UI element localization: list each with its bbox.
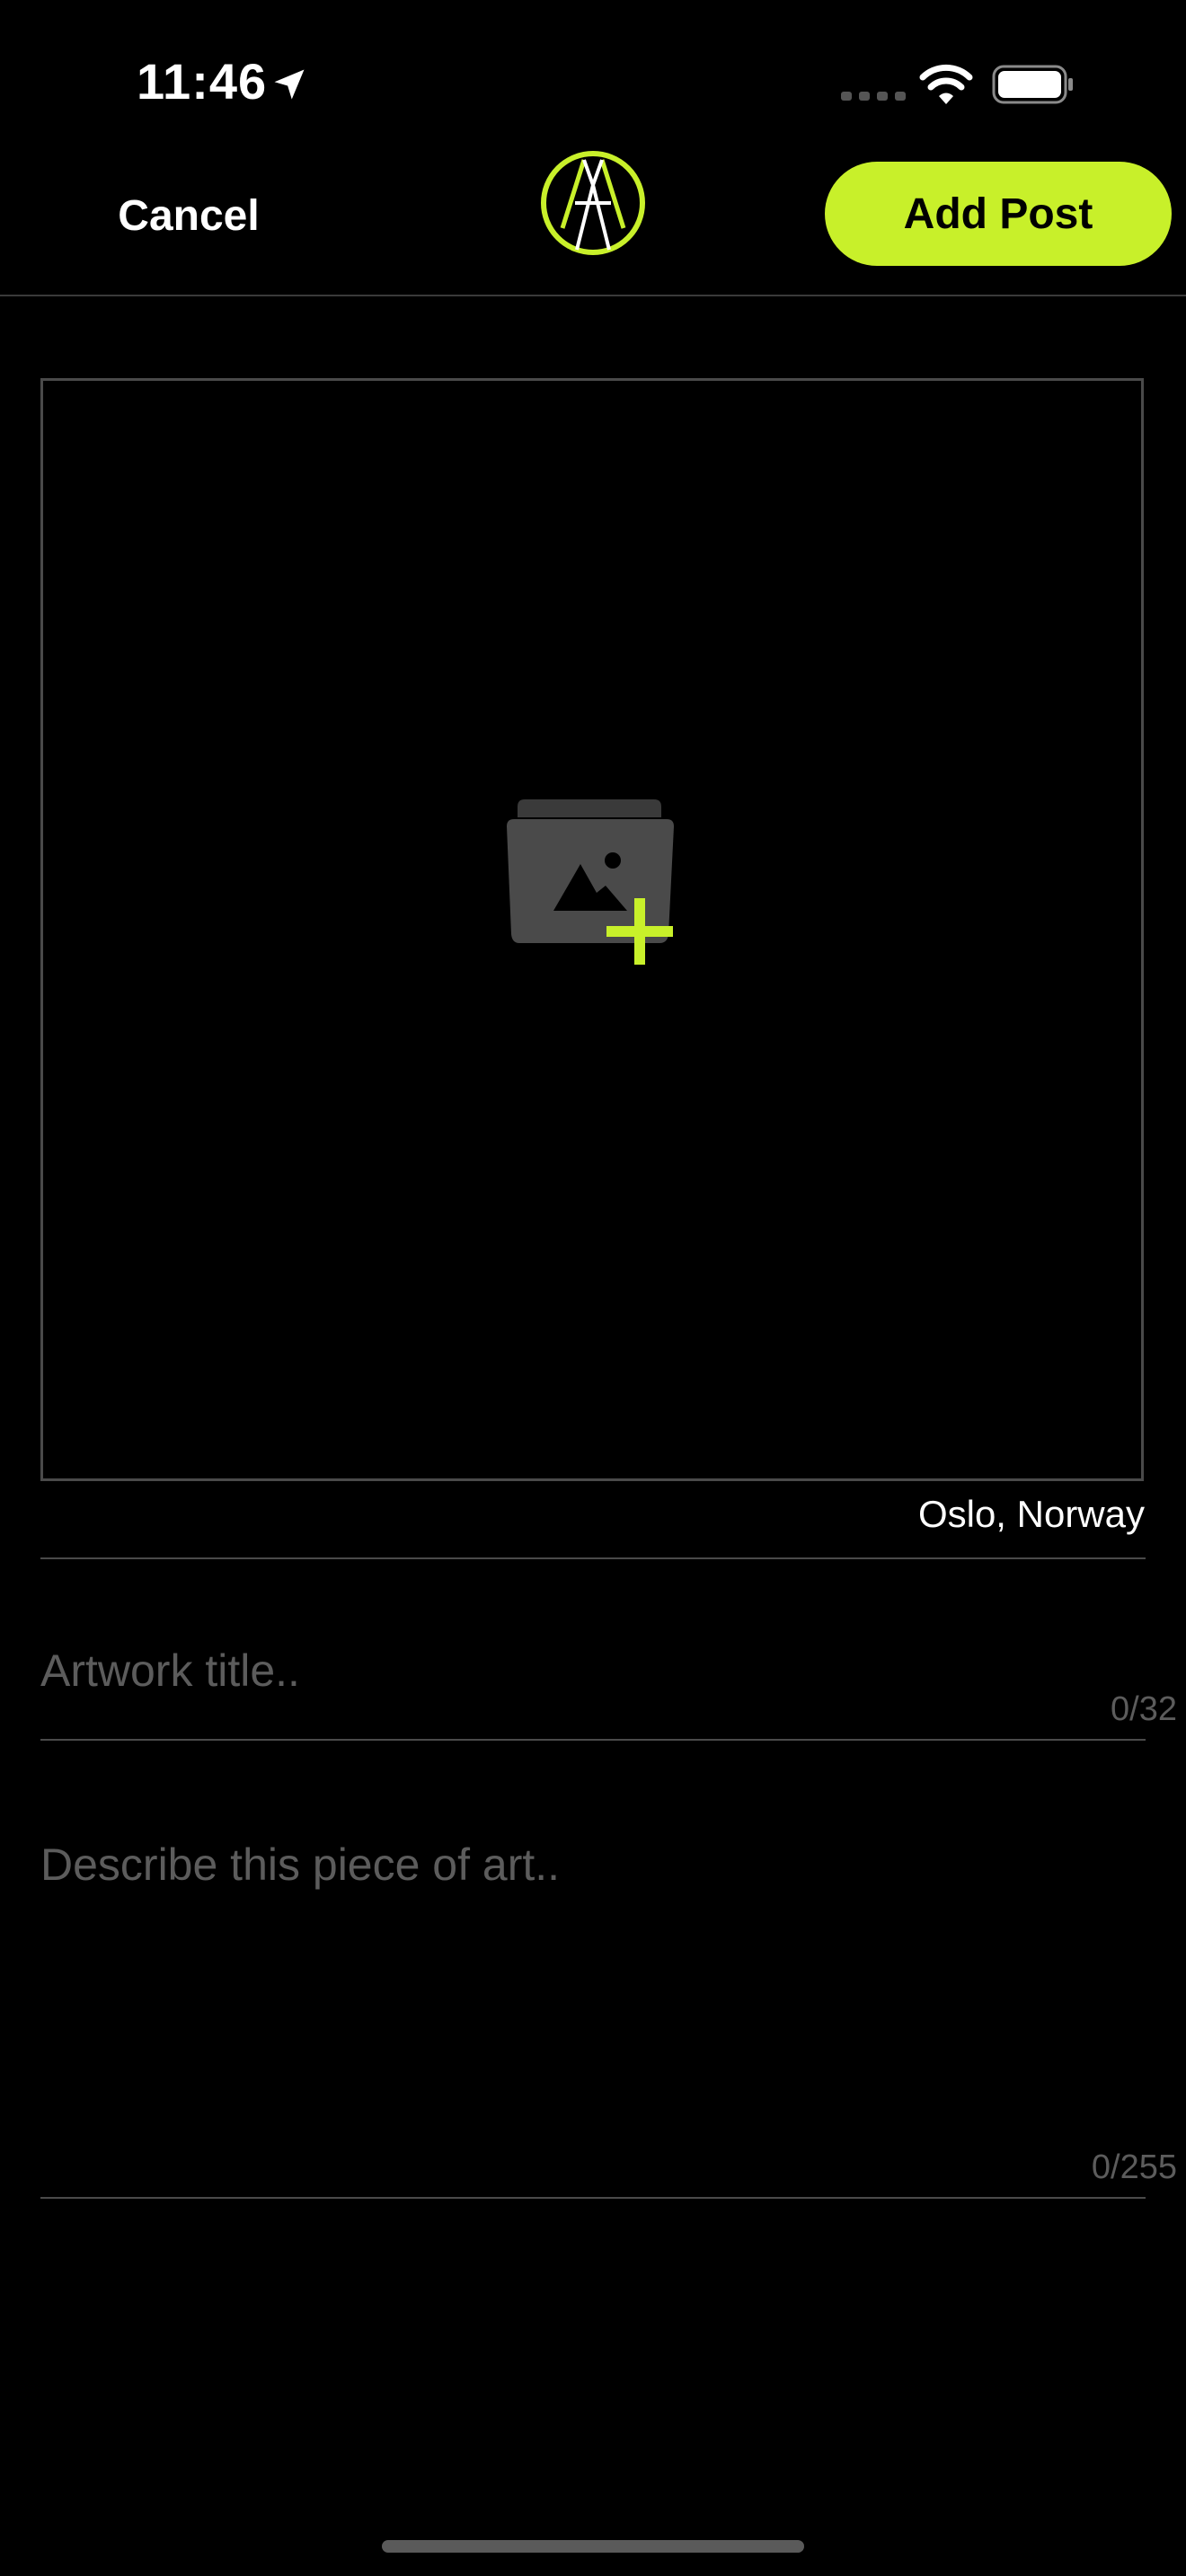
title-char-counter: 0/32 [1111, 1690, 1177, 1728]
wifi-icon [919, 64, 973, 104]
home-indicator[interactable] [382, 2540, 804, 2553]
cellular-signal-icon [841, 92, 906, 101]
location-arrow-icon [274, 69, 305, 100]
divider [40, 2197, 1146, 2199]
add-post-button[interactable]: Add Post [825, 162, 1172, 266]
divider [40, 1739, 1146, 1741]
battery-icon [992, 65, 1073, 104]
description-char-counter: 0/255 [1091, 2148, 1177, 2186]
artwork-title-input[interactable] [40, 1617, 1101, 1725]
app-logo [541, 151, 645, 255]
cancel-button[interactable]: Cancel [72, 180, 305, 251]
status-time: 11:46 [137, 53, 268, 110]
location-label: Oslo, Norway [917, 1493, 1145, 1535]
divider [40, 1557, 1146, 1559]
nav-divider [0, 295, 1186, 296]
description-textarea[interactable] [40, 1838, 1137, 2143]
add-photo-icon[interactable] [501, 799, 717, 979]
